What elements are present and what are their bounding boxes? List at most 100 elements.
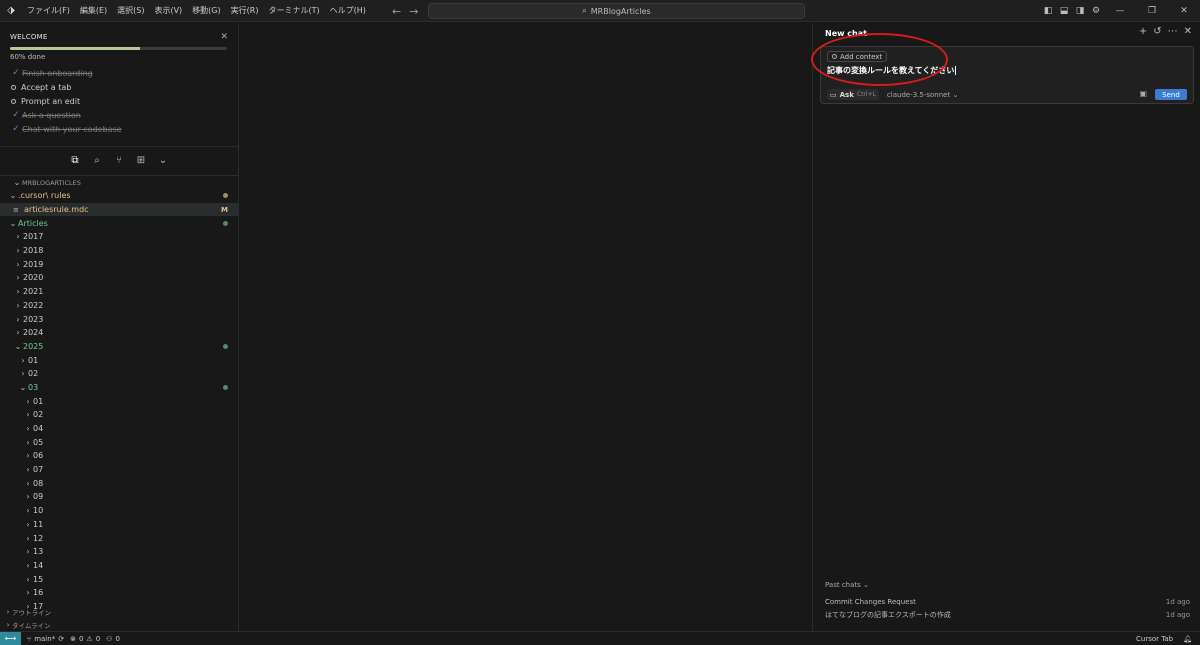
tree-item[interactable]: › 13 — [0, 545, 238, 559]
tree-item[interactable]: › 05 — [0, 435, 238, 449]
tree-item[interactable]: › 2022 — [0, 299, 238, 313]
tree-item[interactable]: › 2019 — [0, 257, 238, 271]
tree-item[interactable]: › 06 — [0, 449, 238, 463]
tree-item[interactable]: ⌄ 03 — [0, 381, 238, 395]
past-chats-title[interactable]: Past chats ⌄ — [825, 581, 1190, 589]
plus-icon[interactable]: + — [1139, 26, 1147, 37]
toggle-primary-sidebar-icon[interactable]: ◧ — [1040, 0, 1056, 22]
toggle-panel-icon[interactable]: ⬓ — [1056, 0, 1072, 22]
branch-name: main* — [34, 634, 56, 643]
close-icon[interactable]: ✕ — [1184, 26, 1192, 37]
collapsed-panel[interactable]: › アウトライン — [0, 605, 239, 618]
menu-item[interactable]: 編集(E) — [75, 0, 112, 22]
back-arrow-icon[interactable]: ← — [392, 5, 401, 18]
restore-icon[interactable]: ❐ — [1136, 0, 1168, 22]
task-label: Finish onboarding — [22, 68, 93, 78]
explorer-icon[interactable]: ⧉ — [68, 152, 82, 168]
tree-item[interactable]: › 02 — [0, 367, 238, 381]
chevron-down-icon[interactable]: ⌄ — [156, 152, 170, 168]
tree-item[interactable]: › 01 — [0, 353, 238, 367]
more-icon[interactable]: ⋯ — [1168, 26, 1178, 37]
remote-icon[interactable]: ⟷ — [0, 631, 21, 645]
collapsed-panel[interactable]: › タイムライン — [0, 618, 239, 631]
tree-item-label: 01 — [33, 396, 44, 406]
tree-item[interactable]: › 2023 — [0, 312, 238, 326]
close-icon[interactable]: ✕ — [220, 32, 228, 42]
problems-indicator[interactable]: ⊗ 0 ⚠ 0 — [70, 635, 100, 643]
explorer-header[interactable]: ⌄ MRBLOGARTICLES — [0, 175, 238, 189]
check-icon: ✓ — [12, 110, 20, 120]
onboarding-task[interactable]: Accept a tab — [10, 80, 228, 94]
tree-item[interactable]: › 08 — [0, 476, 238, 490]
past-chat-item[interactable]: Commit Changes Request 1d ago — [825, 595, 1190, 608]
chat-panel: New chat + ↺ ⋯ ✕ Add context 記事の変換ルールを教え… — [812, 23, 1200, 631]
send-button[interactable]: Send — [1155, 89, 1187, 100]
tree-item[interactable]: ⌄ 2025 — [0, 340, 238, 354]
search-icon[interactable]: ⌕ — [90, 152, 104, 168]
add-context-button[interactable]: Add context — [827, 51, 888, 62]
task-label: Ask a question — [22, 110, 81, 120]
chevron-right-icon: › — [16, 273, 20, 283]
minimize-icon[interactable]: — — [1104, 0, 1136, 22]
tree-item[interactable]: › 07 — [0, 463, 238, 477]
tree-item[interactable]: ≡ articlesrule.mdc M — [0, 202, 238, 217]
chat-actions: + ↺ ⋯ ✕ — [1139, 26, 1192, 37]
toggle-secondary-sidebar-icon[interactable]: ◨ — [1072, 0, 1088, 22]
tree-item[interactable]: › 2018 — [0, 244, 238, 258]
tree-item[interactable]: › 02 — [0, 408, 238, 422]
menu-item[interactable]: 実行(R) — [226, 0, 264, 22]
tree-item[interactable]: › 04 — [0, 422, 238, 436]
chat-input[interactable]: 記事の変換ルールを教えてください — [827, 65, 957, 76]
tree-item[interactable]: › 2021 — [0, 285, 238, 299]
menu-item[interactable]: ターミナル(T) — [263, 0, 324, 22]
onboarding-task[interactable]: ✓ Finish onboarding — [10, 66, 228, 80]
sidebar-view-tabs: ⧉ ⌕ ⑂ ⊞ ⌄ — [0, 147, 238, 173]
tree-item[interactable]: › 15 — [0, 572, 238, 586]
history-icon[interactable]: ↺ — [1153, 26, 1161, 37]
mode-selector[interactable]: ▭ Ask Ctrl+L — [827, 89, 879, 100]
model-selector[interactable]: claude-3.5-sonnet ⌄ — [887, 91, 958, 99]
close-window-icon[interactable]: ✕ — [1168, 0, 1200, 22]
menu-item[interactable]: ファイル(F) — [22, 0, 75, 22]
chevron-right-icon: › — [16, 300, 20, 310]
past-chat-item[interactable]: はてなブログの記事エクスポートの作成 1d ago — [825, 608, 1190, 621]
tree-item[interactable]: › 12 — [0, 531, 238, 545]
onboarding-task[interactable]: ✓ Chat with your codebase — [10, 122, 228, 136]
tree-item[interactable]: › 2020 — [0, 271, 238, 285]
tree-item-label: 04 — [33, 424, 44, 434]
command-center-search[interactable]: ⌕ MRBlogArticles — [428, 3, 805, 19]
tree-item[interactable]: › 14 — [0, 559, 238, 573]
tree-item[interactable]: ⌄ .cursor\ rules — [0, 189, 238, 203]
menu-item[interactable]: ヘルプ(H) — [325, 0, 371, 22]
ports-indicator[interactable]: ⚇ 0 — [106, 635, 120, 643]
tree-item[interactable]: › 09 — [0, 490, 238, 504]
chat-tab-new-chat[interactable]: New chat — [825, 29, 867, 38]
onboarding-task[interactable]: Prompt an edit — [10, 94, 228, 108]
cursor-tab-status[interactable]: Cursor Tab — [1136, 635, 1173, 643]
tree-item[interactable]: › 2017 — [0, 230, 238, 244]
bell-icon[interactable]: 🔔︎ — [1183, 635, 1192, 643]
branch-indicator[interactable]: ⑂ main* ⟳ — [27, 635, 64, 643]
chevron-down-icon: ⌄ — [9, 191, 17, 201]
tree-item[interactable]: › 16 — [0, 586, 238, 600]
menu-item[interactable]: 表示(V) — [149, 0, 187, 22]
tree-item-label: 05 — [33, 437, 44, 447]
menu-item[interactable]: 移動(G) — [187, 0, 225, 22]
tree-item[interactable]: › 10 — [0, 504, 238, 518]
chat-input-box[interactable]: Add context 記事の変換ルールを教えてください ▭ Ask Ctrl+… — [820, 46, 1194, 104]
tree-item[interactable]: ⌄ Articles — [0, 216, 238, 230]
tree-item[interactable]: › 2024 — [0, 326, 238, 340]
editor-area[interactable] — [240, 23, 812, 631]
extensions-icon[interactable]: ⊞ — [134, 152, 148, 168]
text-caret — [955, 66, 957, 75]
gear-icon[interactable]: ⚙ — [1088, 0, 1104, 22]
status-bar: ⟷ ⑂ main* ⟳ ⊗ 0 ⚠ 0 ⚇ 0 Cursor Tab 🔔︎ — [0, 631, 1200, 645]
forward-arrow-icon[interactable]: → — [409, 5, 418, 18]
menu-item[interactable]: 選択(S) — [112, 0, 149, 22]
image-upload-icon[interactable]: ▣ — [1139, 89, 1147, 98]
tree-item[interactable]: › 11 — [0, 518, 238, 532]
onboarding-task[interactable]: ✓ Ask a question — [10, 108, 228, 122]
source-control-icon[interactable]: ⑂ — [112, 152, 126, 168]
tree-item[interactable]: › 01 — [0, 394, 238, 408]
onboarding-task-list: ✓ Finish onboarding Accept a tab Prompt an … — [10, 66, 228, 136]
